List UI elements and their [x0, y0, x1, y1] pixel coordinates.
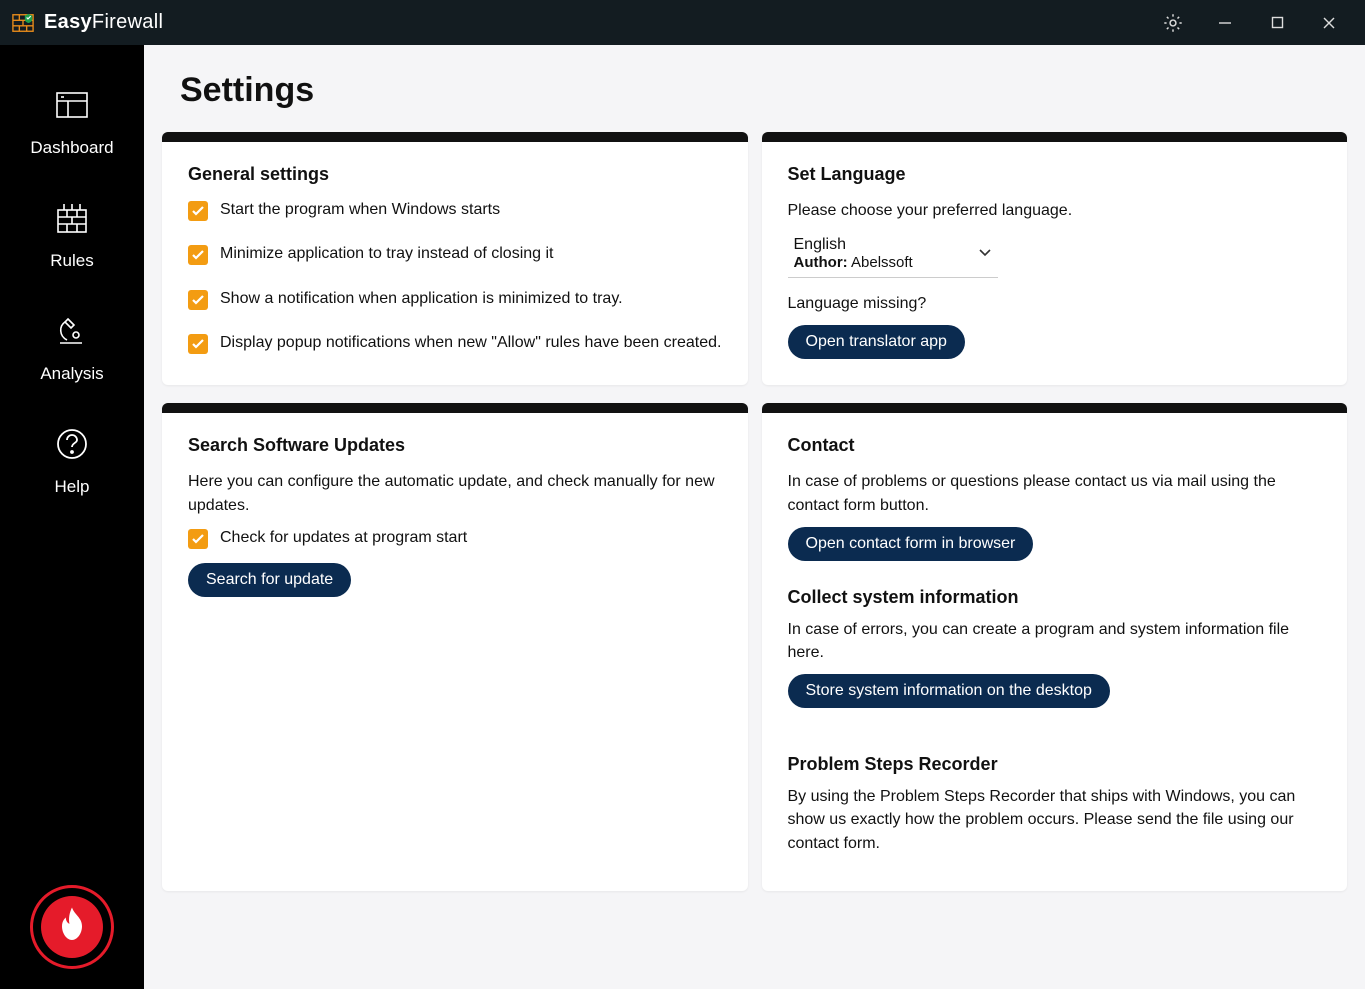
language-missing-text: Language missing?	[788, 292, 1322, 315]
help-icon	[54, 426, 90, 467]
updates-description: Here you can configure the automatic upd…	[188, 470, 722, 516]
dashboard-icon	[54, 87, 90, 128]
collect-heading: Collect system information	[788, 587, 1322, 608]
minimize-button[interactable]	[1199, 0, 1251, 45]
card-heading: Search Software Updates	[188, 435, 722, 456]
contact-description: In case of problems or questions please …	[788, 470, 1322, 516]
titlebar: EasyFirewall	[0, 0, 1365, 45]
language-select[interactable]: English Author: Abelssoft	[788, 232, 998, 278]
language-selected: English	[794, 236, 994, 254]
search-update-button[interactable]: Search for update	[188, 563, 351, 597]
card-heading: Contact	[788, 435, 1322, 456]
sidebar-item-label: Dashboard	[30, 138, 113, 158]
fire-badge-button[interactable]	[30, 885, 114, 969]
settings-gear-icon[interactable]	[1147, 0, 1199, 45]
sidebar-item-label: Rules	[50, 251, 93, 271]
sidebar-item-analysis[interactable]: Analysis	[0, 299, 144, 412]
open-translator-button[interactable]: Open translator app	[788, 325, 965, 359]
store-system-info-button[interactable]: Store system information on the desktop	[788, 674, 1110, 708]
firewall-icon	[54, 200, 90, 241]
sidebar-item-label: Analysis	[40, 364, 103, 384]
checkbox-label: Minimize application to tray instead of …	[220, 243, 554, 265]
fire-icon	[57, 907, 87, 948]
checkbox-label: Check for updates at program start	[220, 527, 467, 549]
sidebar: Dashboard Rules	[0, 45, 144, 989]
checkbox-tray-notification[interactable]	[188, 290, 208, 310]
maximize-button[interactable]	[1251, 0, 1303, 45]
open-contact-form-button[interactable]: Open contact form in browser	[788, 527, 1034, 561]
psr-heading: Problem Steps Recorder	[788, 754, 1322, 775]
sidebar-item-dashboard[interactable]: Dashboard	[0, 73, 144, 186]
checkbox-label: Display popup notifications when new "Al…	[220, 332, 721, 354]
language-author: Author: Abelssoft	[794, 254, 994, 271]
sidebar-item-label: Help	[55, 477, 90, 497]
checkbox-label: Start the program when Windows starts	[220, 199, 500, 221]
sidebar-item-help[interactable]: Help	[0, 412, 144, 525]
card-heading: General settings	[188, 164, 722, 185]
checkbox-auto-update[interactable]	[188, 529, 208, 549]
sidebar-item-rules[interactable]: Rules	[0, 186, 144, 299]
main-content: Settings General settings Start the prog…	[144, 45, 1365, 989]
collect-description: In case of errors, you can create a prog…	[788, 618, 1322, 664]
card-language: Set Language Please choose your preferre…	[762, 132, 1348, 385]
psr-description: By using the Problem Steps Recorder that…	[788, 785, 1322, 855]
checkbox-label: Show a notification when application is …	[220, 288, 623, 310]
card-updates: Search Software Updates Here you can con…	[162, 403, 748, 890]
language-instruction: Please choose your preferred language.	[788, 199, 1322, 222]
card-contact: Contact In case of problems or questions…	[762, 403, 1348, 890]
chevron-down-icon	[978, 246, 992, 265]
checkbox-minimize-to-tray[interactable]	[188, 245, 208, 265]
microscope-icon	[54, 313, 90, 354]
page-title: Settings	[180, 71, 1365, 110]
card-general-settings: General settings Start the program when …	[162, 132, 748, 385]
card-heading: Set Language	[788, 164, 1322, 185]
app-title: EasyFirewall	[44, 11, 163, 34]
checkbox-start-with-windows[interactable]	[188, 201, 208, 221]
close-button[interactable]	[1303, 0, 1355, 45]
app-logo-icon	[12, 12, 34, 34]
checkbox-allow-rule-popup[interactable]	[188, 334, 208, 354]
